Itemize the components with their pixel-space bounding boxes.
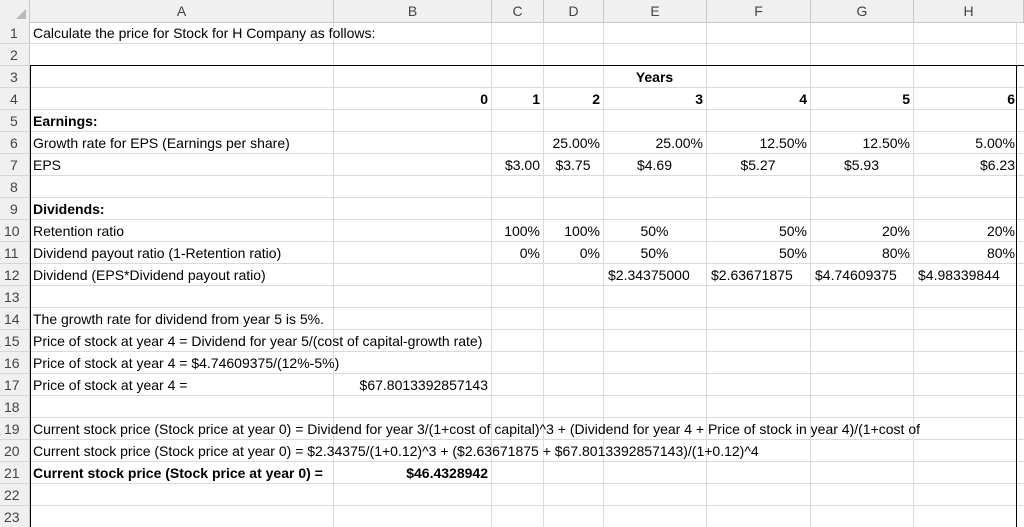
- cell-a17[interactable]: Price of stock at year 4 =: [30, 374, 333, 396]
- column-header-h[interactable]: H: [914, 0, 1024, 22]
- cell-a7[interactable]: EPS: [30, 154, 333, 176]
- cell-a15[interactable]: Price of stock at year 4 = Dividend for …: [30, 330, 730, 352]
- cell-d7[interactable]: $3.75: [543, 154, 603, 176]
- row-header-14[interactable]: 14: [0, 308, 30, 330]
- cell-h4[interactable]: 6: [913, 88, 1017, 110]
- cell-a10[interactable]: Retention ratio: [30, 220, 333, 242]
- row-header-5[interactable]: 5: [0, 110, 30, 132]
- cell-f4[interactable]: 4: [706, 88, 810, 110]
- row-header-11[interactable]: 11: [0, 242, 30, 264]
- cell-d10[interactable]: 100%: [543, 220, 603, 242]
- column-header-e[interactable]: E: [604, 0, 707, 22]
- select-all-triangle-icon: [16, 9, 26, 19]
- cell-g4[interactable]: 5: [810, 88, 913, 110]
- select-all-button[interactable]: [0, 0, 30, 22]
- row-header-4[interactable]: 4: [0, 88, 30, 110]
- row-header-17[interactable]: 17: [0, 374, 30, 396]
- cell-a11[interactable]: Dividend payout ratio (1-Retention ratio…: [30, 242, 333, 264]
- row-header-18[interactable]: 18: [0, 396, 30, 418]
- cell-g10[interactable]: 20%: [810, 220, 913, 242]
- row-header-6[interactable]: 6: [0, 132, 30, 154]
- cell-a12[interactable]: Dividend (EPS*Dividend payout ratio): [30, 264, 333, 286]
- cell-e12[interactable]: $2.34375000: [603, 264, 706, 286]
- cell-f12[interactable]: $2.63671875: [706, 264, 810, 286]
- row-header-2[interactable]: 2: [0, 44, 30, 66]
- row-header-22[interactable]: 22: [0, 484, 30, 506]
- cell-g6[interactable]: 12.50%: [810, 132, 913, 154]
- column-header-a[interactable]: A: [30, 0, 334, 22]
- cell-grid[interactable]: Calculate the price for Stock for H Comp…: [30, 22, 1024, 527]
- cell-f10[interactable]: 50%: [706, 220, 810, 242]
- cell-a6[interactable]: Growth rate for EPS (Earnings per share): [30, 132, 333, 154]
- row-header-23[interactable]: 23: [0, 506, 30, 527]
- cell-a1[interactable]: Calculate the price for Stock for H Comp…: [30, 22, 630, 44]
- table-border-top: [30, 65, 1024, 66]
- column-header-b[interactable]: B: [334, 0, 492, 22]
- column-header-f[interactable]: F: [707, 0, 811, 22]
- row-header-16[interactable]: 16: [0, 352, 30, 374]
- row-header-21[interactable]: 21: [0, 462, 30, 484]
- row-header-1[interactable]: 1: [0, 22, 30, 44]
- row-header-19[interactable]: 19: [0, 418, 30, 440]
- cell-a14[interactable]: The growth rate for dividend from year 5…: [30, 308, 630, 330]
- spreadsheet: A B C D E F G H 1 2 3 4 5 6 7 8 9 10 11 …: [0, 0, 1024, 527]
- cell-h11[interactable]: 80%: [913, 242, 1017, 264]
- cell-c4[interactable]: 1: [491, 88, 543, 110]
- cell-g12[interactable]: $4.74609375: [810, 264, 913, 286]
- cell-e6[interactable]: 25.00%: [603, 132, 706, 154]
- column-header-c[interactable]: C: [492, 0, 544, 22]
- row-header-8[interactable]: 8: [0, 176, 30, 198]
- cell-a21[interactable]: Current stock price (Stock price at year…: [30, 462, 333, 484]
- cell-h7[interactable]: $6.23: [913, 154, 1017, 176]
- row-header-3[interactable]: 3: [0, 66, 30, 88]
- row-header-20[interactable]: 20: [0, 440, 30, 462]
- row-header-12[interactable]: 12: [0, 264, 30, 286]
- column-header-bar: A B C D E F G H: [0, 0, 1024, 23]
- cell-h12[interactable]: $4.98339844: [913, 264, 1017, 286]
- cell-c7[interactable]: $3.00: [491, 154, 543, 176]
- cell-g11[interactable]: 80%: [810, 242, 913, 264]
- cell-b21[interactable]: $46.4328942: [333, 462, 491, 484]
- cell-d6[interactable]: 25.00%: [543, 132, 603, 154]
- row-header-13[interactable]: 13: [0, 286, 30, 308]
- cell-e10[interactable]: 50%: [603, 220, 706, 242]
- cell-a20[interactable]: Current stock price (Stock price at year…: [30, 440, 1016, 462]
- row-header-bar: 1 2 3 4 5 6 7 8 9 10 11 12 13 14 15 16 1…: [0, 22, 30, 527]
- cell-f11[interactable]: 50%: [706, 242, 810, 264]
- cell-e11[interactable]: 50%: [603, 242, 706, 264]
- cell-e7[interactable]: $4.69: [603, 154, 706, 176]
- cell-a19[interactable]: Current stock price (Stock price at year…: [30, 418, 1016, 440]
- cell-a16[interactable]: Price of stock at year 4 = $4.74609375/(…: [30, 352, 630, 374]
- cell-d4[interactable]: 2: [543, 88, 603, 110]
- row-header-9[interactable]: 9: [0, 198, 30, 220]
- cell-a5[interactable]: Earnings:: [30, 110, 333, 132]
- cell-f7[interactable]: $5.27: [706, 154, 810, 176]
- cell-h6[interactable]: 5.00%: [913, 132, 1017, 154]
- cell-a9[interactable]: Dividends:: [30, 198, 333, 220]
- row-header-15[interactable]: 15: [0, 330, 30, 352]
- cell-f6[interactable]: 12.50%: [706, 132, 810, 154]
- gridline: [30, 505, 1024, 506]
- column-header-d[interactable]: D: [544, 0, 604, 22]
- cell-b17[interactable]: $67.8013392857143: [333, 374, 491, 396]
- row-header-7[interactable]: 7: [0, 154, 30, 176]
- cell-b4[interactable]: 0: [333, 88, 491, 110]
- cell-h10[interactable]: 20%: [913, 220, 1017, 242]
- cell-g7[interactable]: $5.93: [810, 154, 913, 176]
- cell-d11[interactable]: 0%: [543, 242, 603, 264]
- cell-c10[interactable]: 100%: [491, 220, 543, 242]
- row-header-10[interactable]: 10: [0, 220, 30, 242]
- cell-c11[interactable]: 0%: [491, 242, 543, 264]
- column-header-g[interactable]: G: [811, 0, 914, 22]
- cell-e3[interactable]: Years: [603, 66, 706, 88]
- cell-e4[interactable]: 3: [603, 88, 706, 110]
